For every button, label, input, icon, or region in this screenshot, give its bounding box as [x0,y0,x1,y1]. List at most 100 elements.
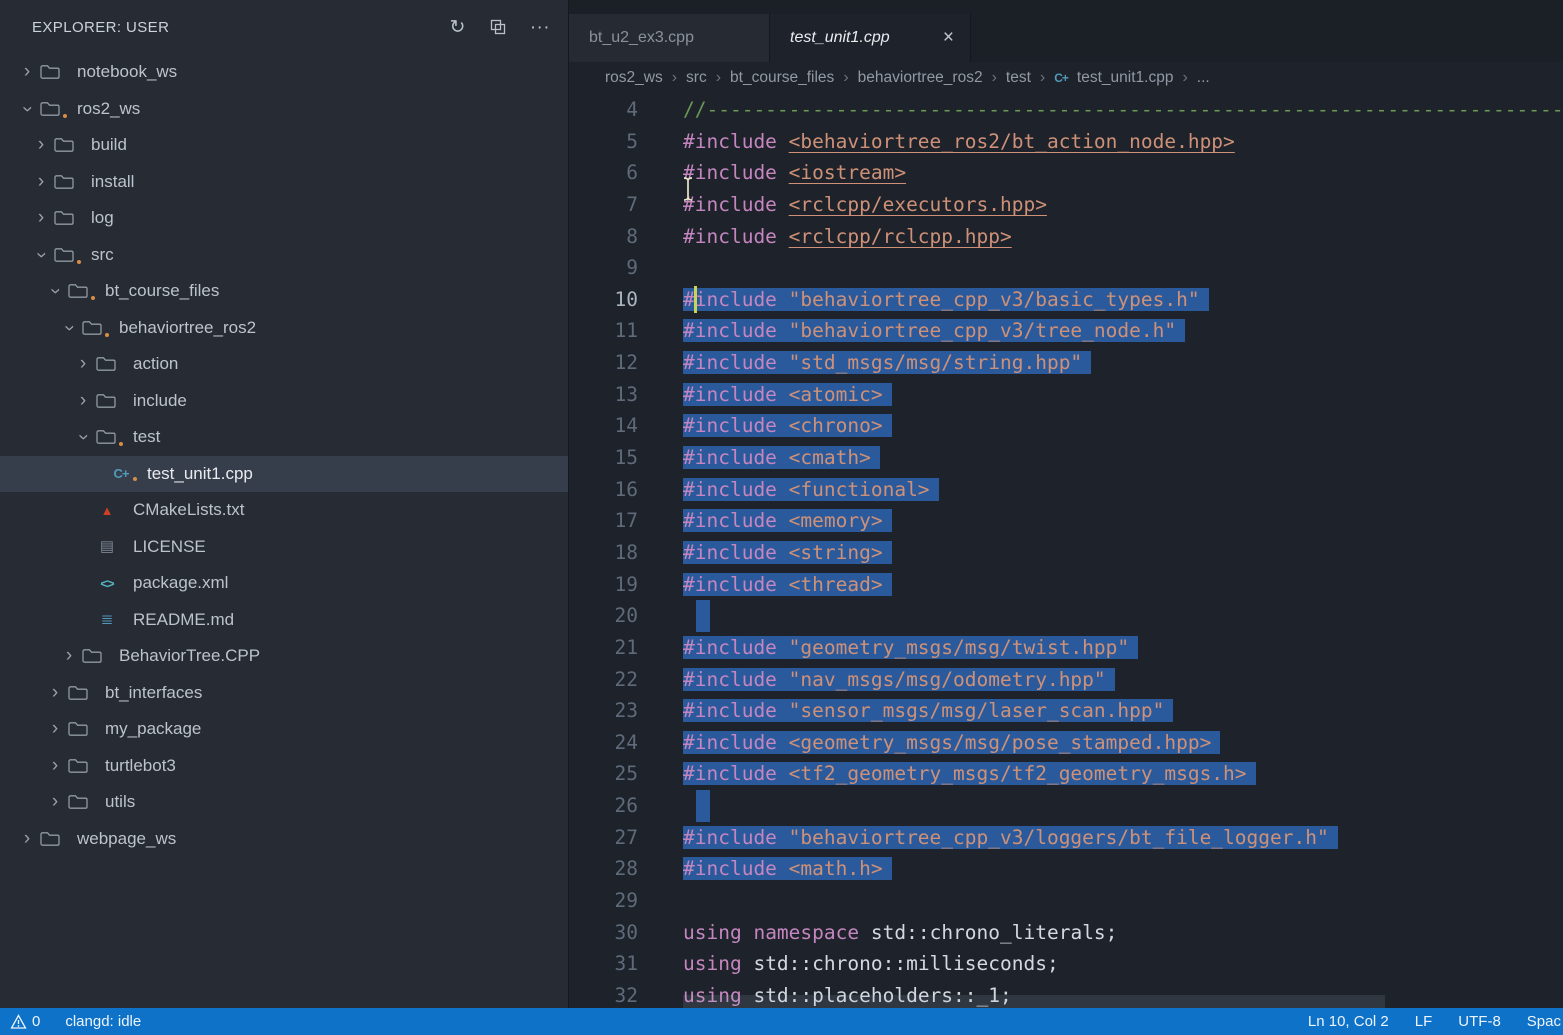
chevron-right-icon: › [42,755,68,777]
tree-item-test[interactable]: ›test [0,419,568,456]
code-line-31[interactable]: 31using std::chrono::milliseconds; [569,948,1563,980]
code-token [777,573,789,596]
code-token: <iostream> [789,161,906,184]
line-number: 21 [569,632,638,664]
line-number: 23 [569,695,638,727]
tree-item-bt-interfaces[interactable]: ›bt_interfaces [0,675,568,712]
line-number: 11 [569,315,638,347]
tree-item-label: README.md [133,610,234,630]
refresh-explorer-icon[interactable]: ↻ [449,18,465,37]
tree-item-install[interactable]: ›install [0,164,568,201]
code-line-26[interactable]: 26 [569,790,1563,822]
tree-item-build[interactable]: ›build [0,127,568,164]
code-line-18[interactable]: 18#include <string> [569,537,1563,569]
tree-item-notebook-ws[interactable]: ›notebook_ws [0,54,568,91]
code-line-22[interactable]: 22#include "nav_msgs/msg/odometry.hpp" [569,664,1563,696]
code-token: "behaviortree_cpp_v3/tree_node.h" [789,319,1176,342]
code-editor[interactable]: 4//-------------------------------------… [569,94,1563,1008]
code-line-9[interactable]: 9 [569,252,1563,284]
tree-item-label: build [91,135,127,155]
code-line-6[interactable]: 6#include <iostream> [569,157,1563,189]
tree-item-my-package[interactable]: ›my_package [0,711,568,748]
cpp-file-icon: C+ [1054,71,1068,85]
tree-item-log[interactable]: ›log [0,200,568,237]
code-line-text: #include "geometry_msgs/msg/twist.hpp" [638,632,1138,664]
code-line-24[interactable]: 24#include <geometry_msgs/msg/pose_stamp… [569,727,1563,759]
code-line-10[interactable]: 10#include "behaviortree_cpp_v3/basic_ty… [569,284,1563,316]
tree-item-label: LICENSE [133,537,206,557]
tree-item-label: include [133,391,187,411]
tree-item-include[interactable]: ›include [0,383,568,420]
code-line-13[interactable]: 13#include <atomic> [569,379,1563,411]
code-line-4[interactable]: 4//-------------------------------------… [569,94,1563,126]
tree-item-cmakelists-txt[interactable]: ›▲CMakeLists.txt [0,492,568,529]
breadcrumb-item-test[interactable]: test [1006,69,1031,87]
tree-item-ros2-ws[interactable]: ›ros2_ws [0,91,568,128]
problems-indicator[interactable]: 0 [10,1013,40,1030]
tree-item-license[interactable]: ›▤LICENSE [0,529,568,566]
warning-count: 0 [32,1013,40,1030]
folder-icon [68,721,100,737]
line-number: 15 [569,442,638,474]
code-line-23[interactable]: 23#include "sensor_msgs/msg/laser_scan.h… [569,695,1563,727]
code-line-5[interactable]: 5#include <behaviortree_ros2/bt_action_n… [569,126,1563,158]
code-line-25[interactable]: 25#include <tf2_geometry_msgs/tf2_geomet… [569,758,1563,790]
code-line-17[interactable]: 17#include <memory> [569,505,1563,537]
code-line-30[interactable]: 30using namespace std::chrono_literals; [569,917,1563,949]
code-line-27[interactable]: 27#include "behaviortree_cpp_v3/loggers/… [569,822,1563,854]
explorer-actions: ↻ ··· [449,18,550,37]
code-line-20[interactable]: 20 [569,600,1563,632]
code-line-text: #include <iostream> [638,157,906,189]
breadcrumb-item-behaviortree-ros2[interactable]: behaviortree_ros2 [858,69,983,87]
chevron-down-icon: › [58,315,80,341]
code-line-12[interactable]: 12#include "std_msgs/msg/string.hpp" [569,347,1563,379]
breadcrumb-item-ros2-ws[interactable]: ros2_ws [605,69,663,87]
folder-icon [96,393,128,409]
code-line-14[interactable]: 14#include <chrono> [569,410,1563,442]
code-line-19[interactable]: 19#include <thread> [569,569,1563,601]
tab-bt-u2-ex3-cpp[interactable]: bt_u2_ex3.cpp [569,14,770,62]
breadcrumb-item-src[interactable]: src [686,69,707,87]
code-line-text: #include <memory> [638,505,892,537]
code-line-15[interactable]: 15#include <cmath> [569,442,1563,474]
collapse-folders-icon[interactable] [490,19,506,35]
code-line-28[interactable]: 28#include <math.h> [569,853,1563,885]
code-line-text [638,790,710,822]
tree-item-bt-course-files[interactable]: ›bt_course_files [0,273,568,310]
breadcrumb-more[interactable]: ... [1197,69,1210,87]
close-tab-icon[interactable]: × [939,27,958,49]
tree-item-webpage-ws[interactable]: ›webpage_ws [0,821,568,858]
tree-item-src[interactable]: ›src [0,237,568,274]
horizontal-scrollbar[interactable] [683,995,1385,1008]
breadcrumb-item-bt-course-files[interactable]: bt_course_files [730,69,834,87]
tree-item-label: behaviortree_ros2 [119,318,256,338]
code-line-8[interactable]: 8#include <rclcpp/rclcpp.hpp> [569,221,1563,253]
code-line-7[interactable]: 7#include <rclcpp/executors.hpp> [569,189,1563,221]
selection-highlight: #include <string> [683,541,892,564]
encoding-indicator[interactable]: UTF-8 [1458,1013,1501,1030]
more-actions-icon[interactable]: ··· [530,18,550,37]
line-number: 29 [569,885,638,917]
tree-item-test-unit1-cpp[interactable]: ›C+test_unit1.cpp [0,456,568,493]
breadcrumb-item-test-unit1-cpp[interactable]: test_unit1.cpp [1077,69,1174,87]
eol-indicator[interactable]: LF [1415,1013,1433,1030]
code-line-16[interactable]: 16#include <functional> [569,474,1563,506]
clangd-status[interactable]: clangd: idle [65,1013,141,1030]
code-token [777,225,789,248]
tree-item-turtlebot3[interactable]: ›turtlebot3 [0,748,568,785]
tree-item-utils[interactable]: ›utils [0,784,568,821]
code-line-29[interactable]: 29 [569,885,1563,917]
indentation-indicator[interactable]: Spac [1527,1013,1561,1030]
breadcrumb-separator-icon: › [992,69,997,87]
code-line-21[interactable]: 21#include "geometry_msgs/msg/twist.hpp" [569,632,1563,664]
tree-item-readme-md[interactable]: ›≣README.md [0,602,568,639]
folder-icon [96,429,128,445]
code-line-11[interactable]: 11#include "behaviortree_cpp_v3/tree_nod… [569,315,1563,347]
tree-item-action[interactable]: ›action [0,346,568,383]
tree-item-behaviortree-ros2[interactable]: › behaviortree_ros2 [0,310,568,347]
tab-test-unit1-cpp[interactable]: test_unit1.cpp× [770,14,971,62]
cursor-position[interactable]: Ln 10, Col 2 [1308,1013,1389,1030]
code-token: <functional> [789,478,930,501]
tree-item-behaviortree-cpp[interactable]: ›BehaviorTree.CPP [0,638,568,675]
tree-item-package-xml[interactable]: ›<>package.xml [0,565,568,602]
